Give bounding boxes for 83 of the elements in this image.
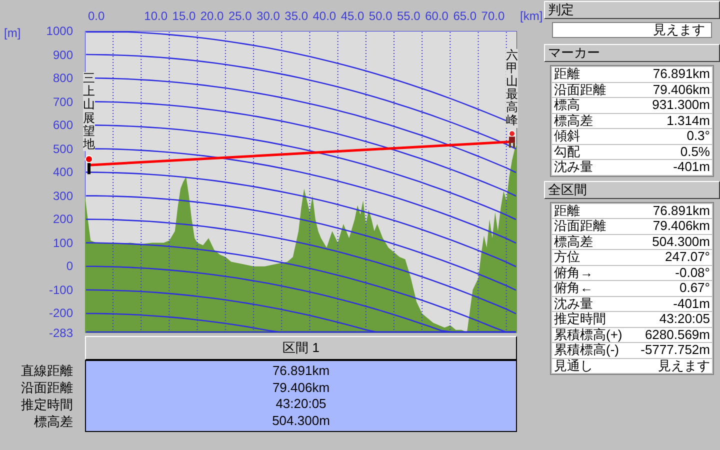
x-axis-label: 35.0 <box>284 9 308 23</box>
section-header: 全区間 <box>544 180 720 198</box>
row-label: 傾斜 <box>554 129 580 144</box>
x-axis-label: 25.0 <box>228 9 252 23</box>
row-label: 勾配 <box>554 144 580 159</box>
row-label: 距離 <box>554 67 580 82</box>
row-value: 931.300m <box>652 98 710 112</box>
row-value: -0.08° <box>675 266 710 280</box>
section-header: 判定 <box>544 1 720 19</box>
row-label: 距離 <box>554 204 580 218</box>
row-value: -401m <box>673 160 710 174</box>
y-axis-label: 100 <box>52 236 73 250</box>
x-axis-label: 55.0 <box>397 9 420 23</box>
row-label: 方位 <box>554 250 580 264</box>
y-axis-label: 500 <box>52 142 73 156</box>
x-axis-label: 50.0 <box>368 9 392 23</box>
y-axis-label: -283 <box>48 326 73 340</box>
row-value: 79.406km <box>652 82 710 97</box>
result-field: 見えます <box>552 22 712 38</box>
pin-icon <box>85 155 93 174</box>
y-axis-label: 700 <box>52 94 73 109</box>
row-value: 0.3° <box>686 129 710 144</box>
row-label: 直線距離 <box>21 362 73 379</box>
row-value: 76.891km <box>652 204 710 218</box>
section-header: マーカー <box>544 44 720 62</box>
x-axis-label: 45.0 <box>340 9 364 23</box>
x-axis-label: 10.0 <box>144 9 168 23</box>
place-label: 六甲山最高峰 <box>506 48 518 128</box>
x-axis-label: 60.0 <box>425 9 448 23</box>
row-label: 推定時間 <box>21 396 73 413</box>
row-value: 504.300m <box>272 412 330 429</box>
y-axis-label: 400 <box>52 165 73 180</box>
row-value: 79.406km <box>652 219 710 234</box>
row-value: 1.314m <box>666 114 710 128</box>
y-axis-label: 200 <box>52 212 73 226</box>
y-axis-label: 0 <box>66 259 73 274</box>
row-value: 504.300m <box>652 234 710 249</box>
row-label: 標高 <box>554 98 580 112</box>
row-value: 247.07° <box>665 250 710 264</box>
y-axis-label: 800 <box>52 71 73 86</box>
row-label: 沿面距離 <box>554 219 606 234</box>
place-label: 三上山展望地 <box>83 72 95 152</box>
row-value: 0.5% <box>680 144 710 159</box>
x-axis-label: 20.0 <box>200 9 224 23</box>
x-axis-unit: [km] <box>520 9 543 23</box>
y-axis-label: -100 <box>48 282 73 297</box>
hiker-icon <box>508 130 516 148</box>
row-label: 俯角← <box>554 281 593 296</box>
row-value: 79.406km <box>272 380 330 396</box>
row-label: 沈み量 <box>554 296 593 311</box>
y-axis-label: -200 <box>48 306 73 320</box>
section-tab[interactable]: 区間 1 <box>85 336 517 360</box>
x-axis-label: 40.0 <box>312 9 336 23</box>
row-label: 標高差 <box>554 114 593 128</box>
row-value: 76.891km <box>272 363 330 380</box>
row-label: 累積標高(+) <box>554 328 622 342</box>
row-label: 沿面距離 <box>21 379 73 396</box>
row-value: 見えます <box>658 358 710 373</box>
row-label: 見通し <box>554 358 593 373</box>
row-value: -401m <box>673 296 710 311</box>
row-label: 推定時間 <box>554 312 606 326</box>
row-value: -5777.752m <box>640 343 710 358</box>
row-value: 0.67° <box>679 281 710 296</box>
x-axis-label: 65.0 <box>453 9 477 23</box>
y-axis-unit: [m] <box>4 26 21 40</box>
row-label: 標高差 <box>554 234 593 249</box>
row-label: 沿面距離 <box>554 82 606 97</box>
row-value: 43:20:05 <box>276 396 326 412</box>
y-axis-label: 600 <box>52 118 73 132</box>
row-value: 76.891km <box>652 67 710 82</box>
row-label: 標高差 <box>34 413 73 430</box>
x-axis-label: 0.0 <box>88 9 105 23</box>
y-axis-label: 1000 <box>46 24 73 38</box>
x-axis-label: 70.0 <box>481 9 505 23</box>
row-label: 俯角→ <box>554 266 593 280</box>
row-label: 累積標高(-) <box>554 343 619 358</box>
row-label: 沈み量 <box>554 160 593 174</box>
x-axis-label: 30.0 <box>256 9 280 23</box>
row-value: 43:20:05 <box>659 312 710 326</box>
row-value: 6280.569m <box>644 328 710 342</box>
x-axis-label: 15.0 <box>172 9 196 23</box>
y-axis-label: 900 <box>52 48 73 62</box>
y-axis-label: 300 <box>52 188 73 203</box>
